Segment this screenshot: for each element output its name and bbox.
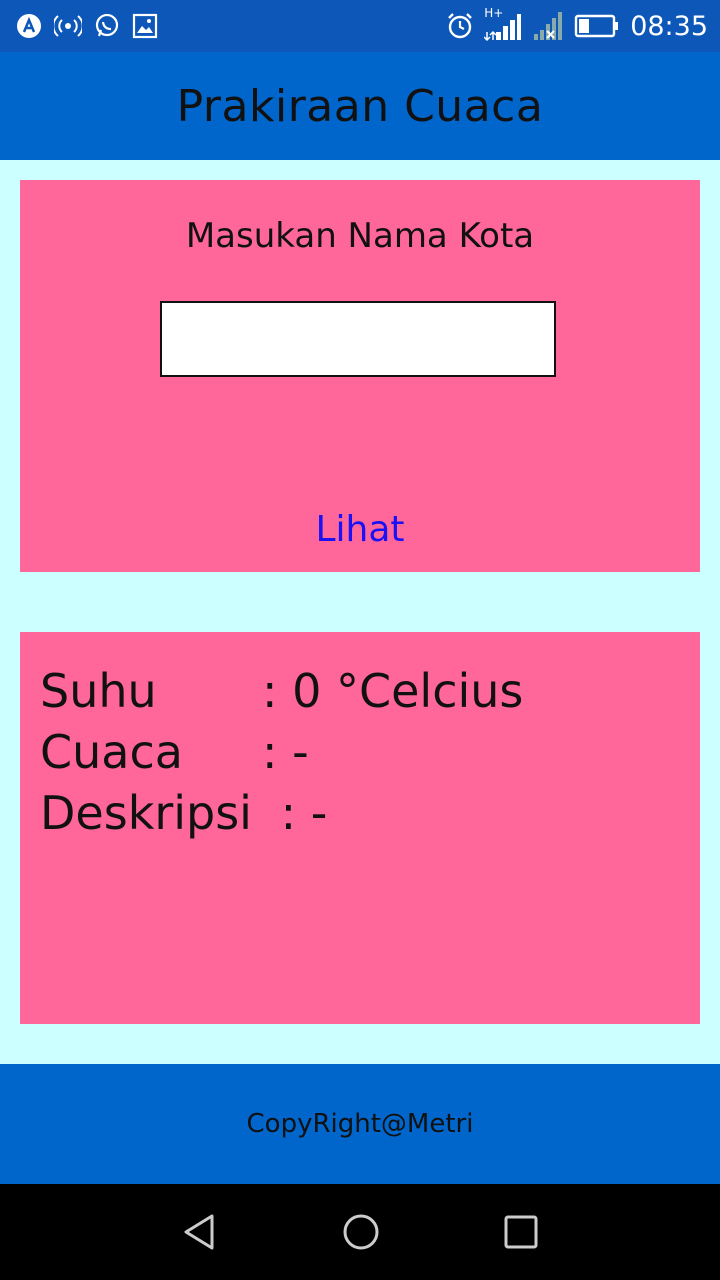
- suhu-label: Suhu: [40, 664, 157, 718]
- status-left-icons: [16, 11, 158, 41]
- whatsapp-icon: [94, 13, 120, 39]
- suhu-row: Suhu : 0 °Celcius: [40, 664, 523, 718]
- recents-icon: [504, 1215, 538, 1249]
- city-prompt-label: Masukan Nama Kota: [185, 216, 535, 256]
- alarm-icon: [446, 12, 474, 40]
- copyright-text: CopyRight@Metri: [246, 1109, 474, 1139]
- home-icon: [343, 1214, 379, 1250]
- android-icon: [16, 13, 42, 39]
- status-time: 08:35: [630, 10, 708, 42]
- image-icon: [132, 13, 158, 39]
- navigation-bar: [0, 1184, 720, 1280]
- back-button[interactable]: [168, 1202, 232, 1262]
- battery-icon: [574, 13, 620, 39]
- cuaca-label: Cuaca: [40, 725, 183, 779]
- cuaca-row: Cuaca : -: [40, 725, 309, 779]
- signal-icon: H+: [484, 6, 522, 42]
- deskripsi-row: Deskripsi : -: [40, 786, 327, 840]
- deskripsi-label: Deskripsi: [40, 786, 252, 840]
- suhu-value: : 0 °Celcius: [262, 664, 524, 718]
- recents-button[interactable]: [489, 1202, 553, 1262]
- app-bar: Prakiraan Cuaca: [0, 52, 720, 160]
- hotspot-icon: [54, 13, 82, 39]
- app-title: Prakiraan Cuaca: [176, 80, 544, 132]
- status-bar: H+ 08:35: [0, 0, 720, 52]
- cuaca-value: : -: [262, 725, 309, 779]
- footer: CopyRight@Metri: [0, 1064, 720, 1184]
- signal-no-sim-icon: [532, 10, 564, 42]
- home-button[interactable]: [329, 1202, 393, 1262]
- city-input[interactable]: [160, 301, 556, 377]
- status-right-icons: H+ 08:35: [446, 6, 708, 43]
- back-icon: [184, 1214, 214, 1250]
- network-type-label: H+: [484, 6, 504, 20]
- lihat-button[interactable]: Lihat: [260, 505, 460, 553]
- deskripsi-value: : -: [280, 786, 328, 840]
